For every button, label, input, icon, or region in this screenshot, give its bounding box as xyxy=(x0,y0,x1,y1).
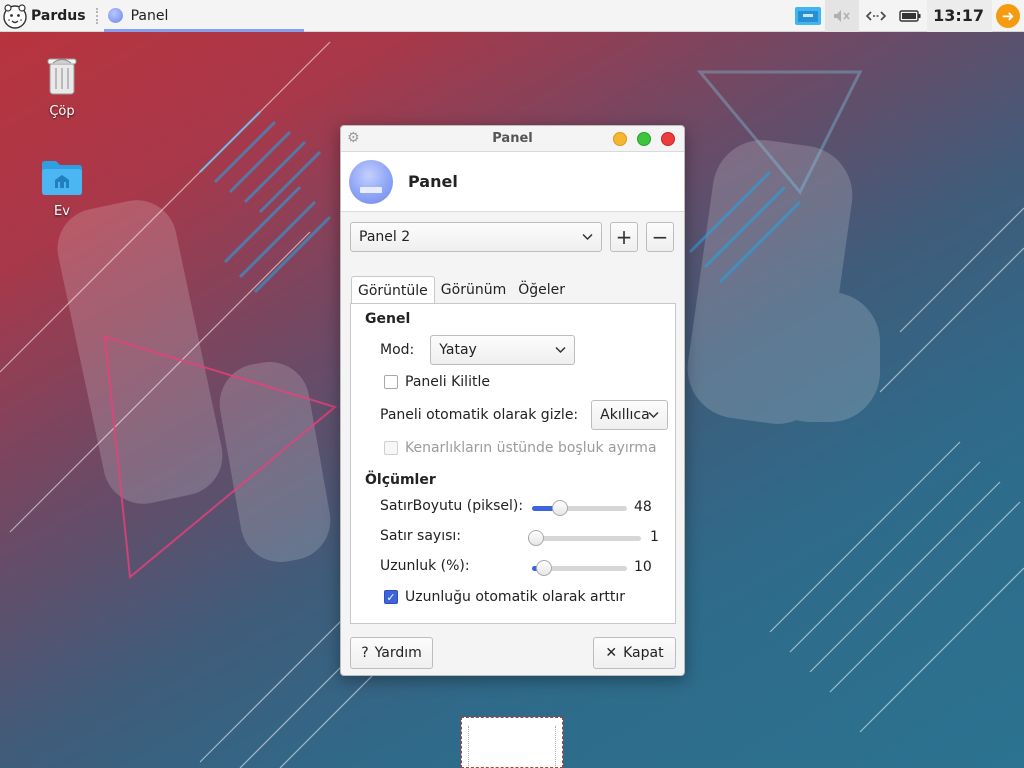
help-icon: ? xyxy=(361,645,369,661)
panel-preferences-dialog: ⚙ Panel Panel Panel 2 + − Görüntüle Görü… xyxy=(340,125,685,676)
length-slider[interactable] xyxy=(532,558,627,578)
taskbar-item-label: Panel xyxy=(130,7,169,24)
lock-panel-label: Paneli Kilitle xyxy=(405,374,490,390)
mode-row: Mod: Yatay xyxy=(380,335,576,365)
display-tab-page: Genel Mod: Yatay Paneli Kilitle Paneli o… xyxy=(350,303,676,624)
taskbar-item-panel[interactable]: Panel xyxy=(103,0,304,32)
add-panel-button[interactable]: + xyxy=(610,222,638,252)
network-wired-icon xyxy=(866,10,887,21)
tab-bar: Görüntüle Görünüm Öğeler xyxy=(351,276,571,304)
panel-2-preview[interactable] xyxy=(461,717,563,768)
minimize-button[interactable] xyxy=(613,132,627,146)
close-button[interactable]: ✕ Kapat xyxy=(593,637,676,669)
panel-selector-row: Panel 2 + − xyxy=(350,222,674,252)
desktop-icon-home[interactable]: Ev xyxy=(27,158,97,219)
measurements-section-heading: Ölçümler xyxy=(365,472,436,488)
volume-button[interactable] xyxy=(825,0,860,32)
top-panel: Pardus Panel 13:17 ➜ xyxy=(0,0,1024,32)
home-folder-icon xyxy=(42,161,82,195)
autohide-select-value: Akıllıca xyxy=(600,407,650,423)
slider-track xyxy=(528,536,641,541)
row-size-value: 48 xyxy=(634,499,652,515)
panel-separator xyxy=(95,7,98,24)
app-menu-button[interactable]: Pardus xyxy=(0,0,90,32)
row-size-slider[interactable] xyxy=(532,498,627,518)
system-tray: 13:17 ➜ xyxy=(791,0,1024,32)
minus-icon: − xyxy=(651,225,669,249)
rows-slider[interactable] xyxy=(528,528,641,548)
panel-app-icon xyxy=(107,8,123,23)
chevron-down-icon xyxy=(648,409,659,422)
close-button-label: Kapat xyxy=(623,645,664,661)
lock-panel-row[interactable]: Paneli Kilitle xyxy=(384,374,490,390)
length-label: Uzunluk (%): xyxy=(380,558,470,574)
workspace-switcher[interactable] xyxy=(791,0,825,32)
slider-knob[interactable] xyxy=(536,560,552,576)
pardus-logo-icon xyxy=(3,3,27,29)
workspace-icon xyxy=(795,6,822,25)
dialog-titlebar[interactable]: ⚙ Panel xyxy=(341,126,684,152)
reserve-border-label: Kenarlıkların üstünde boşluk ayırma xyxy=(405,440,657,456)
trash-icon xyxy=(47,58,77,95)
tab-items[interactable]: Öğeler xyxy=(512,276,571,304)
panel-app-icon xyxy=(349,159,393,204)
close-window-button[interactable] xyxy=(661,132,675,146)
close-x-icon: ✕ xyxy=(605,645,618,661)
slider-knob[interactable] xyxy=(552,500,568,516)
desktop-icon-trash[interactable]: Çöp xyxy=(27,54,97,119)
slider-knob[interactable] xyxy=(528,530,544,546)
volume-muted-icon xyxy=(834,9,850,22)
battery-button[interactable] xyxy=(893,0,927,32)
autohide-row: Paneli otomatik olarak gizle: Akıllıca xyxy=(380,400,669,430)
chevron-down-icon xyxy=(582,231,593,244)
logout-button[interactable]: ➜ xyxy=(992,0,1024,32)
autohide-select[interactable]: Akıllıca xyxy=(591,400,669,430)
auto-increase-length-label: Uzunluğu otomatik olarak arttır xyxy=(405,589,625,605)
help-button-label: Yardım xyxy=(374,645,422,661)
active-task-indicator xyxy=(103,28,304,32)
general-section-heading: Genel xyxy=(365,311,411,327)
help-button[interactable]: ? Yardım xyxy=(350,637,433,669)
row-size-label: SatırBoyutu (piksel): xyxy=(380,498,524,514)
panel-2-handle-area xyxy=(468,726,556,766)
plus-icon: + xyxy=(615,225,633,249)
app-menu-label: Pardus xyxy=(31,7,86,24)
desktop-icon-label: Ev xyxy=(54,204,70,219)
chevron-down-icon xyxy=(555,344,566,357)
maximize-button[interactable] xyxy=(637,132,651,146)
tab-display[interactable]: Görüntüle xyxy=(351,276,435,304)
network-button[interactable] xyxy=(859,0,893,32)
rows-value: 1 xyxy=(650,529,659,545)
dialog-header-title: Panel xyxy=(408,172,458,191)
rows-label: Satır sayısı: xyxy=(380,528,461,544)
logout-arrow-icon: ➜ xyxy=(996,3,1020,28)
desktop-icon-label: Çöp xyxy=(49,104,75,119)
clock[interactable]: 13:17 xyxy=(927,0,992,32)
mode-label: Mod: xyxy=(380,342,415,358)
remove-panel-button[interactable]: − xyxy=(646,222,674,252)
auto-increase-length-checkbox[interactable]: ✓ xyxy=(384,590,398,604)
tab-appearance[interactable]: Görünüm xyxy=(435,276,512,304)
panel-select-value: Panel 2 xyxy=(359,229,411,245)
mode-select[interactable]: Yatay xyxy=(430,335,576,365)
window-title: Panel xyxy=(492,131,533,146)
reserve-border-checkbox xyxy=(384,441,398,455)
mode-select-value: Yatay xyxy=(439,342,477,358)
window-menu-gear-icon[interactable]: ⚙ xyxy=(347,131,361,145)
battery-icon xyxy=(899,9,921,22)
reserve-border-row: Kenarlıkların üstünde boşluk ayırma xyxy=(384,440,657,456)
autohide-label: Paneli otomatik olarak gizle: xyxy=(380,407,579,423)
length-value: 10 xyxy=(634,559,652,575)
auto-increase-length-row[interactable]: ✓ Uzunluğu otomatik olarak arttır xyxy=(384,589,625,605)
dialog-header: Panel xyxy=(341,152,684,212)
panel-select[interactable]: Panel 2 xyxy=(350,222,602,252)
lock-panel-checkbox[interactable] xyxy=(384,375,398,389)
